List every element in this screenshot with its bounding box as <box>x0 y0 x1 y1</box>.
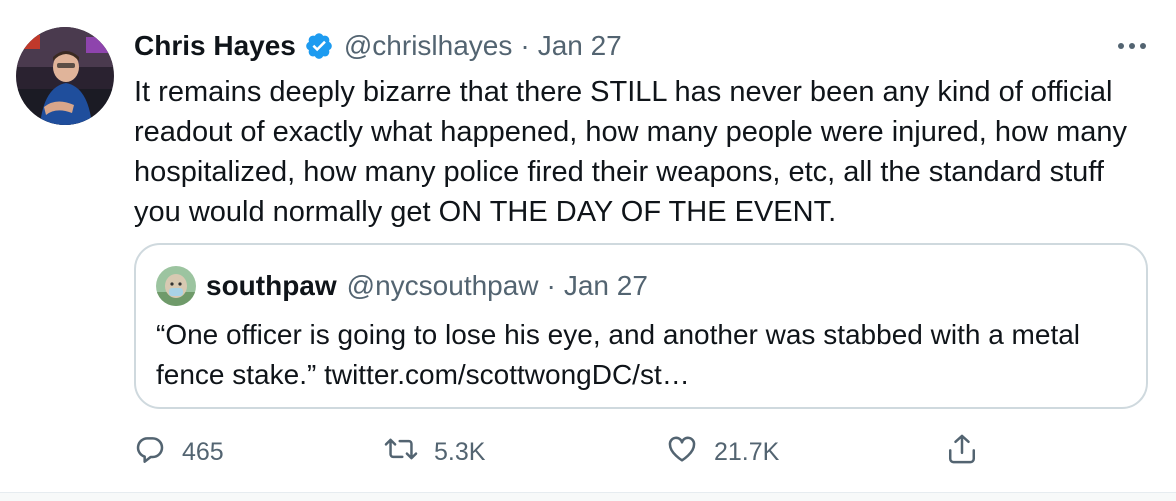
reply-button[interactable]: 465 <box>134 430 224 474</box>
quoted-author-handle[interactable]: @nycsouthpaw <box>347 270 539 302</box>
quoted-tweet-text: “One officer is going to lose his eye, a… <box>156 319 1081 390</box>
like-count: 21.7K <box>714 437 780 466</box>
quoted-tweet[interactable]: southpaw @nycsouthpaw · Jan 27 “One offi… <box>134 243 1148 409</box>
quoted-avatar-photo <box>156 266 196 306</box>
author-handle[interactable]: @chrislhayes <box>344 30 512 62</box>
quoted-tweet-date[interactable]: Jan 27 <box>564 270 648 302</box>
quoted-author-avatar[interactable] <box>156 266 196 306</box>
tweet-date[interactable]: Jan 27 <box>538 30 622 62</box>
quoted-header-separator: · <box>546 270 556 301</box>
header-separator: · <box>520 30 530 61</box>
tweet-text: It remains deeply bizarre that there STI… <box>134 76 1128 228</box>
verified-badge-icon <box>304 31 334 61</box>
share-icon <box>946 432 978 473</box>
retweet-button[interactable]: 5.3K <box>384 430 485 474</box>
author-name[interactable]: Chris Hayes <box>134 30 296 62</box>
more-dots-icon[interactable] <box>1112 34 1152 58</box>
quoted-author-name[interactable]: southpaw <box>206 270 337 302</box>
avatar-photo <box>16 27 114 125</box>
tweet-header: Chris Hayes @chrislhayes · Jan 27 <box>134 26 622 66</box>
tweet-actions: 465 5.3K 21.7K <box>134 430 1148 474</box>
reply-icon <box>134 433 166 472</box>
quoted-header: southpaw @nycsouthpaw · Jan 27 <box>206 267 648 305</box>
author-avatar[interactable] <box>16 27 114 125</box>
retweet-count: 5.3K <box>434 437 486 466</box>
reply-count: 465 <box>182 437 224 466</box>
like-button[interactable]: 21.7K <box>666 430 779 474</box>
heart-icon <box>666 433 698 472</box>
retweet-icon <box>384 433 418 472</box>
tweet-card[interactable]: Chris Hayes @chrislhayes · Jan 27 It rem… <box>0 0 1176 493</box>
share-button[interactable] <box>946 430 978 474</box>
